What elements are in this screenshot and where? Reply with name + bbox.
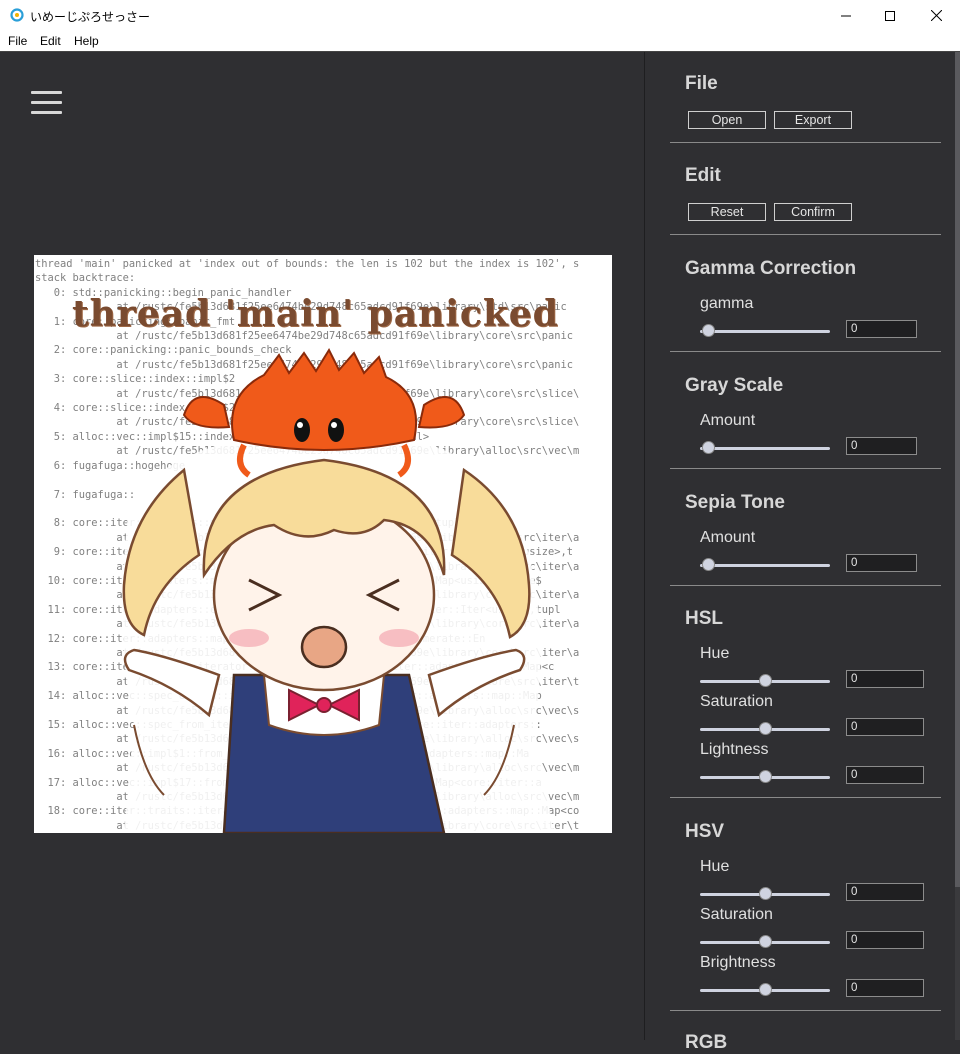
hsl-saturation-slider[interactable] — [700, 722, 830, 736]
window-title: いめーじぷろせっさー — [30, 10, 151, 24]
menu-edit[interactable]: Edit — [40, 34, 61, 48]
slider-knob[interactable] — [759, 983, 772, 996]
export-button[interactable]: Export — [774, 111, 852, 129]
slider-knob[interactable] — [702, 441, 715, 454]
sepia-slider[interactable] — [700, 558, 830, 572]
hsv-saturation-value-field[interactable]: 0 — [846, 931, 924, 949]
file-section-title: File — [685, 73, 718, 94]
slider-knob[interactable] — [759, 887, 772, 900]
gamma-section-title: Gamma Correction — [685, 258, 857, 279]
slider-knob[interactable] — [702, 558, 715, 571]
gamma-slider[interactable] — [700, 324, 830, 338]
image-viewport: thread 'main' panicked at 'index out of … — [1, 52, 644, 1040]
hsv-saturation-label: Saturation — [700, 906, 773, 923]
reset-button[interactable]: Reset — [688, 203, 766, 221]
grayscale-slider[interactable] — [700, 441, 830, 455]
section-divider — [670, 351, 941, 352]
hsv-section-title: HSV — [685, 821, 725, 842]
open-button[interactable]: Open — [688, 111, 766, 129]
slider-knob[interactable] — [759, 722, 772, 735]
image-canvas: thread 'main' panicked at 'index out of … — [34, 255, 612, 833]
hsv-hue-value-field[interactable]: 0 — [846, 883, 924, 901]
gamma-label: gamma — [700, 295, 754, 312]
section-divider — [670, 234, 941, 235]
settings-sidebar: File Open Export Edit Reset Confirm Gamm… — [645, 52, 955, 1053]
slider-knob[interactable] — [759, 674, 772, 687]
hamburger-menu-icon[interactable] — [31, 91, 62, 115]
maximize-button[interactable] — [867, 0, 913, 31]
sidebar-scrollbar[interactable] — [955, 52, 960, 1040]
gamma-value-field[interactable]: 0 — [846, 320, 917, 338]
sepia-section-title: Sepia Tone — [685, 492, 785, 513]
hsv-brightness-label: Brightness — [700, 954, 776, 971]
grayscale-value-field[interactable]: 0 — [846, 437, 917, 455]
hsl-saturation-value-field[interactable]: 0 — [846, 718, 924, 736]
section-divider — [670, 797, 941, 798]
panicked-girl-illustration — [122, 347, 555, 833]
section-divider — [670, 142, 941, 143]
rgb-section-title: RGB — [685, 1032, 728, 1053]
hsl-lightness-label: Lightness — [700, 741, 769, 758]
grayscale-amount-label: Amount — [700, 412, 756, 429]
hsl-hue-label: Hue — [700, 645, 730, 662]
hsv-hue-slider[interactable] — [700, 887, 830, 901]
close-button[interactable] — [913, 0, 959, 31]
slider-knob[interactable] — [759, 935, 772, 948]
grayscale-section-title: Gray Scale — [685, 375, 784, 396]
section-divider — [670, 585, 941, 586]
sepia-value-field[interactable]: 0 — [846, 554, 917, 572]
menu-help[interactable]: Help — [74, 34, 99, 48]
hsv-brightness-slider[interactable] — [700, 983, 830, 997]
hsv-hue-label: Hue — [700, 858, 730, 875]
hsl-lightness-value-field[interactable]: 0 — [846, 766, 924, 784]
hsl-section-title: HSL — [685, 608, 723, 629]
section-divider — [670, 468, 941, 469]
menu-bar: File Edit Help — [0, 31, 960, 51]
slider-knob[interactable] — [759, 770, 772, 783]
close-icon — [930, 10, 942, 21]
slider-knob[interactable] — [702, 324, 715, 337]
hsl-hue-value-field[interactable]: 0 — [846, 670, 924, 688]
title-bar: いめーじぷろせっさー — [0, 0, 960, 31]
sepia-amount-label: Amount — [700, 529, 756, 546]
section-divider — [670, 1010, 941, 1011]
caption-text: thread 'main' panicked — [72, 293, 559, 335]
scrollbar-thumb[interactable] — [955, 52, 960, 887]
maximize-icon — [885, 10, 895, 21]
hsl-saturation-label: Saturation — [700, 693, 773, 710]
minimize-button[interactable] — [823, 0, 869, 31]
menu-file[interactable]: File — [8, 34, 27, 48]
app-icon — [10, 8, 24, 22]
hsv-saturation-slider[interactable] — [700, 935, 830, 949]
edit-section-title: Edit — [685, 165, 721, 186]
hsl-lightness-slider[interactable] — [700, 770, 830, 784]
hsv-brightness-value-field[interactable]: 0 — [846, 979, 924, 997]
minimize-icon — [841, 15, 851, 16]
confirm-button[interactable]: Confirm — [774, 203, 852, 221]
hsl-hue-slider[interactable] — [700, 674, 830, 688]
